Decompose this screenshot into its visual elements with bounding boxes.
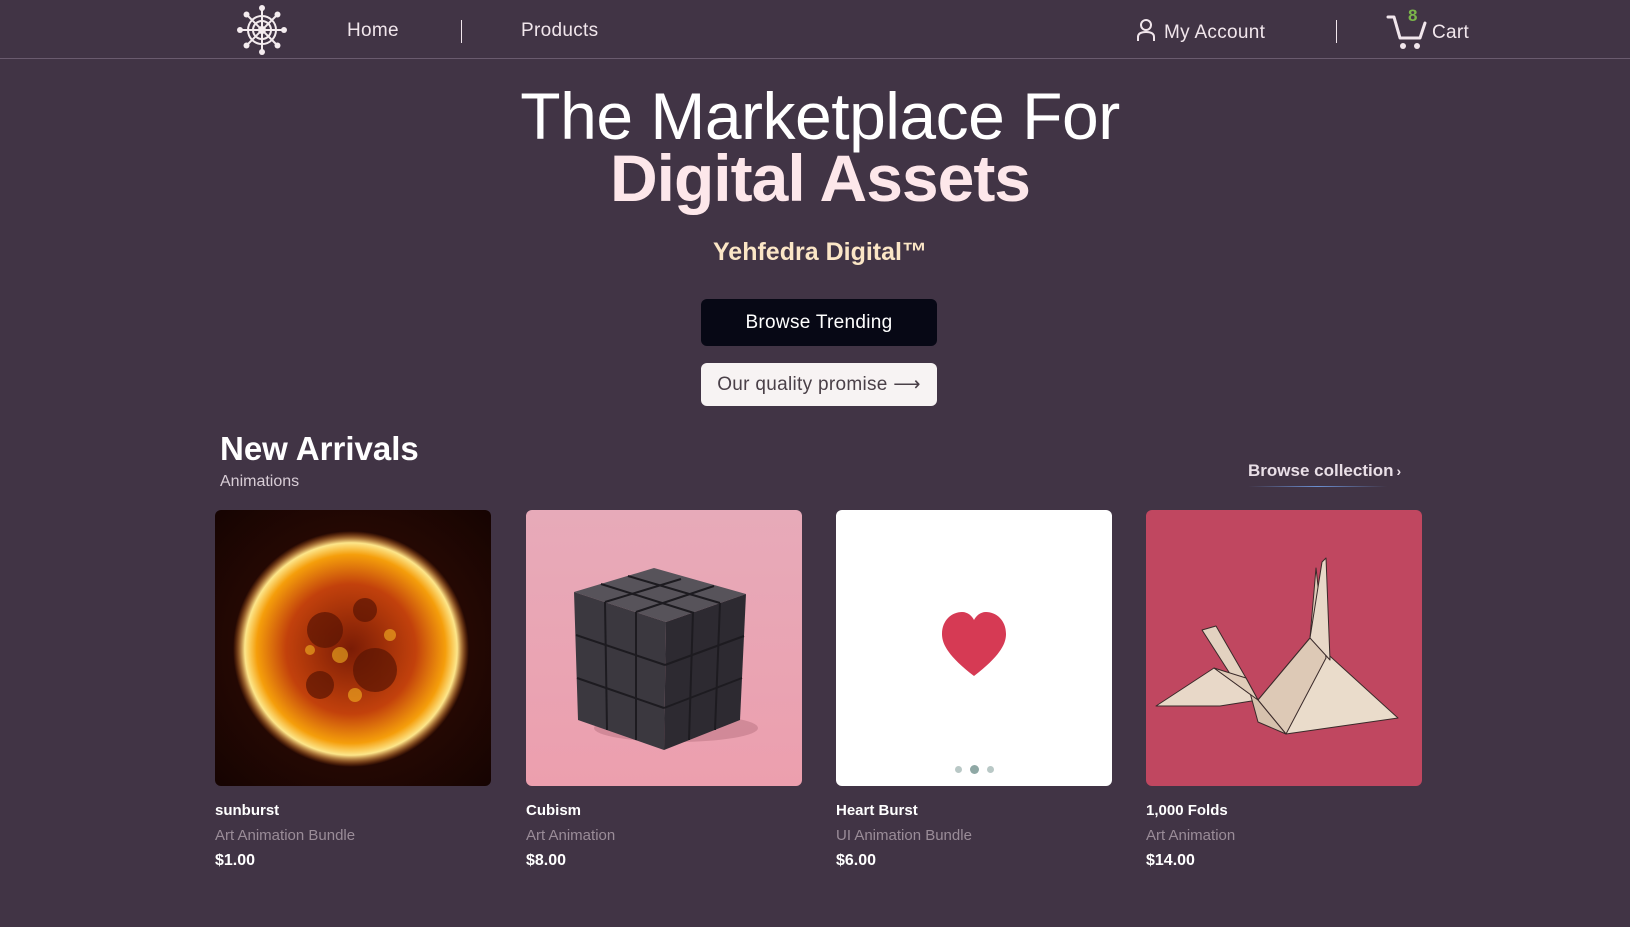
carousel-dot[interactable] (986, 766, 994, 773)
cart-label: Cart (1432, 22, 1470, 43)
product-category: Art Animation (1146, 827, 1236, 844)
product-price: $1.00 (215, 852, 256, 869)
product-card[interactable]: sunburst Art Animation Bundle $1.00 (215, 510, 491, 870)
nav-divider (1336, 20, 1337, 43)
brand-name: Yehfedra Digital™ (713, 238, 927, 266)
product-category: UI Animation Bundle (836, 827, 972, 844)
product-name[interactable]: Cubism (526, 802, 802, 819)
product-name[interactable]: Heart Burst (836, 802, 1112, 819)
product-card[interactable]: Cubism Art Animation $8.00 (526, 510, 802, 870)
carousel-dot[interactable] (954, 766, 962, 773)
product-price: $14.00 (1146, 852, 1195, 869)
cart-count-badge: 8 (1408, 6, 1418, 25)
product-name[interactable]: sunburst (215, 802, 491, 819)
user-icon (1136, 18, 1156, 48)
top-nav: Home Products My Account 8 Cart (0, 0, 1630, 59)
product-card[interactable]: Heart Burst UI Animation Bundle $6.00 (836, 510, 1112, 870)
carousel-dot-active[interactable] (969, 765, 979, 774)
chevron-right-icon: › (1396, 463, 1402, 479)
section-subtitle: Animations (220, 473, 300, 490)
nav-products-link[interactable]: Products (521, 20, 598, 42)
page: Home Products My Account 8 Cart The Mark… (0, 0, 1630, 927)
product-card[interactable]: 1,000 Folds Art Animation $14.00 (1146, 510, 1422, 870)
heart-image[interactable] (836, 510, 1112, 786)
nav-home-link[interactable]: Home (347, 20, 399, 42)
sun-image[interactable] (215, 510, 491, 786)
cube-image[interactable] (526, 510, 802, 786)
carousel-dots (836, 765, 1112, 774)
product-category: Art Animation Bundle (215, 827, 356, 844)
logo-icon[interactable] (234, 4, 290, 56)
browse-collection-link[interactable]: Browse collection › (1248, 461, 1401, 487)
cart-link[interactable]: 8 Cart (1386, 6, 1470, 49)
hero-title-line2: Digital Assets (609, 141, 1031, 215)
origami-crane-image[interactable] (1146, 510, 1422, 786)
browse-trending-button[interactable]: Browse Trending (701, 299, 937, 346)
quality-promise-button[interactable]: Our quality promise ⟶ (701, 363, 937, 406)
browse-collection-label: Browse collection (1248, 461, 1394, 480)
product-name[interactable]: 1,000 Folds (1146, 802, 1422, 819)
product-price: $8.00 (526, 852, 567, 869)
product-price: $6.00 (836, 852, 877, 869)
section-title: New Arrivals (220, 430, 419, 467)
my-account-label: My Account (1164, 22, 1266, 43)
my-account-link[interactable]: My Account (1136, 18, 1265, 48)
product-category: Art Animation (526, 827, 616, 844)
nav-divider (461, 20, 462, 43)
